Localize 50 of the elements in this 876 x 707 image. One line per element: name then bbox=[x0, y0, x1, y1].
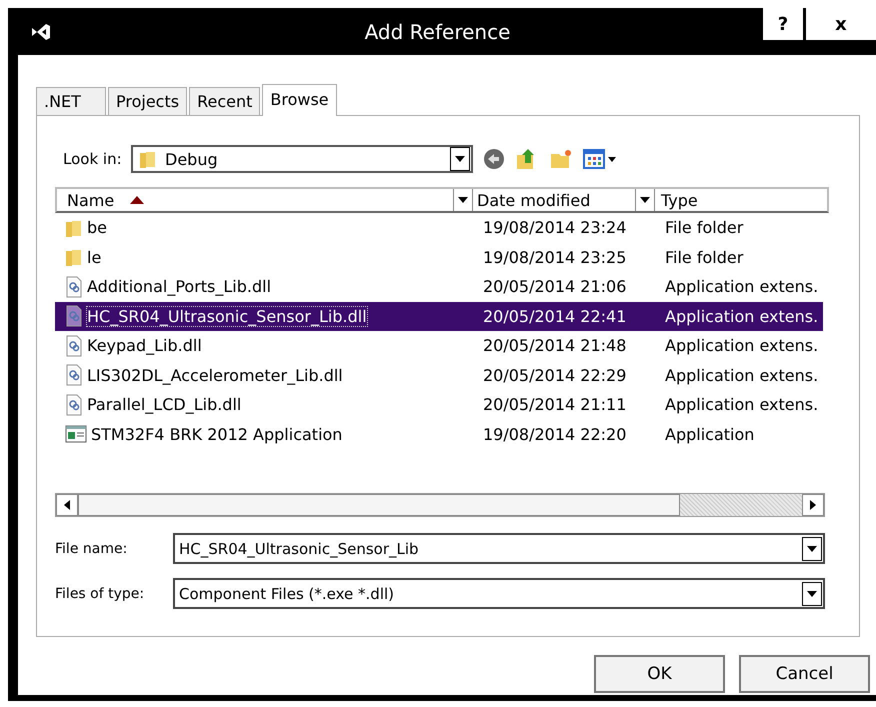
type-cell-text: Application extens. bbox=[665, 336, 820, 356]
window-title: Add Reference bbox=[364, 20, 510, 44]
file-name: be bbox=[87, 218, 107, 238]
file-name: STM32F4 BRK 2012 Application bbox=[91, 424, 342, 444]
file-row[interactable]: Keypad_Lib.dll 20/05/2014 21:48 Application extens. bbox=[55, 331, 823, 360]
file-name: le bbox=[87, 248, 102, 267]
file-name: Additional_Ports_Lib.dll bbox=[87, 277, 272, 296]
file-row[interactable]: Additional_Ports_Lib.dll 20/05/2014 21:06 Application extens. bbox=[55, 272, 823, 302]
type-cell-text: File folder bbox=[665, 218, 744, 238]
date-cell-text: 19/08/2014 22:20 bbox=[482, 424, 628, 444]
look-in-dropdown[interactable]: Debug bbox=[131, 145, 473, 173]
look-in-label: Look in: bbox=[63, 150, 123, 168]
file-name-field[interactable]: HC_SR04_Ultrasonic_Sensor_Lib bbox=[173, 533, 825, 564]
type-cell-text: Application extens. bbox=[665, 395, 820, 414]
cancel-button[interactable]: Cancel bbox=[739, 655, 870, 693]
date-cell-text: 19/08/2014 23:25 bbox=[482, 248, 628, 267]
type-cell-text: Application extens. bbox=[665, 366, 820, 385]
file-row[interactable]: LIS302DL_Accelerometer_Lib.dll 20/05/2014 22:29 Application extens. bbox=[55, 360, 823, 390]
tab[interactable]: Projects bbox=[108, 87, 188, 115]
tab[interactable]: Recent bbox=[189, 87, 260, 115]
file-row[interactable]: be 19/08/2014 23:24 File folder bbox=[55, 213, 823, 242]
file-name: Keypad_Lib.dll bbox=[87, 336, 202, 356]
close-button[interactable]: x bbox=[806, 8, 876, 40]
file-name: Parallel_LCD_Lib.dll bbox=[87, 395, 242, 414]
file-name: LIS302DL_Accelerometer_Lib.dll bbox=[87, 366, 343, 385]
file-row[interactable]: Parallel_LCD_Lib.dll 20/05/2014 21:11 Application extens. bbox=[55, 390, 823, 420]
file-row[interactable]: STM32F4 BRK 2012 Application 19/08/2014 22:20 Application bbox=[55, 420, 823, 449]
ok-button[interactable]: OK bbox=[594, 655, 725, 693]
file-name-label: File name: bbox=[55, 540, 128, 556]
file-row[interactable]: le 19/08/2014 23:25 File folder bbox=[55, 242, 823, 272]
files-of-type-dropdown[interactable]: Component Files (*.exe *.dll) bbox=[173, 578, 825, 609]
date-cell-text: 19/08/2014 23:24 bbox=[482, 218, 628, 238]
files-of-type-label: Files of type: bbox=[55, 586, 146, 602]
date-cell-text: 20/05/2014 22:41 bbox=[482, 306, 628, 326]
column-header[interactable]: Type bbox=[655, 189, 827, 211]
type-cell-text: Application bbox=[665, 424, 756, 444]
tab[interactable]: Browse bbox=[262, 84, 337, 116]
date-cell-text: 20/05/2014 22:29 bbox=[482, 366, 628, 385]
date-cell-text: 20/05/2014 21:06 bbox=[482, 277, 628, 296]
date-cell-text: 20/05/2014 21:11 bbox=[482, 395, 628, 414]
tab[interactable]: .NET bbox=[36, 87, 106, 115]
type-cell-text: File folder bbox=[665, 248, 744, 267]
help-button[interactable]: ? bbox=[762, 8, 803, 40]
column-header[interactable]: Date modified bbox=[473, 189, 655, 211]
type-cell-text: Application extens. bbox=[665, 306, 820, 326]
file-name: HC_SR04_Ultrasonic_Sensor_Lib.dll bbox=[87, 306, 367, 326]
column-header[interactable]: Name bbox=[57, 189, 473, 211]
date-cell-text: 20/05/2014 21:48 bbox=[482, 336, 628, 356]
type-cell-text: Application extens. bbox=[665, 277, 820, 296]
file-row[interactable]: HC_SR04_Ultrasonic_Sensor_Lib.dll 20/05/2014 22:41 Application extens. bbox=[55, 302, 823, 331]
